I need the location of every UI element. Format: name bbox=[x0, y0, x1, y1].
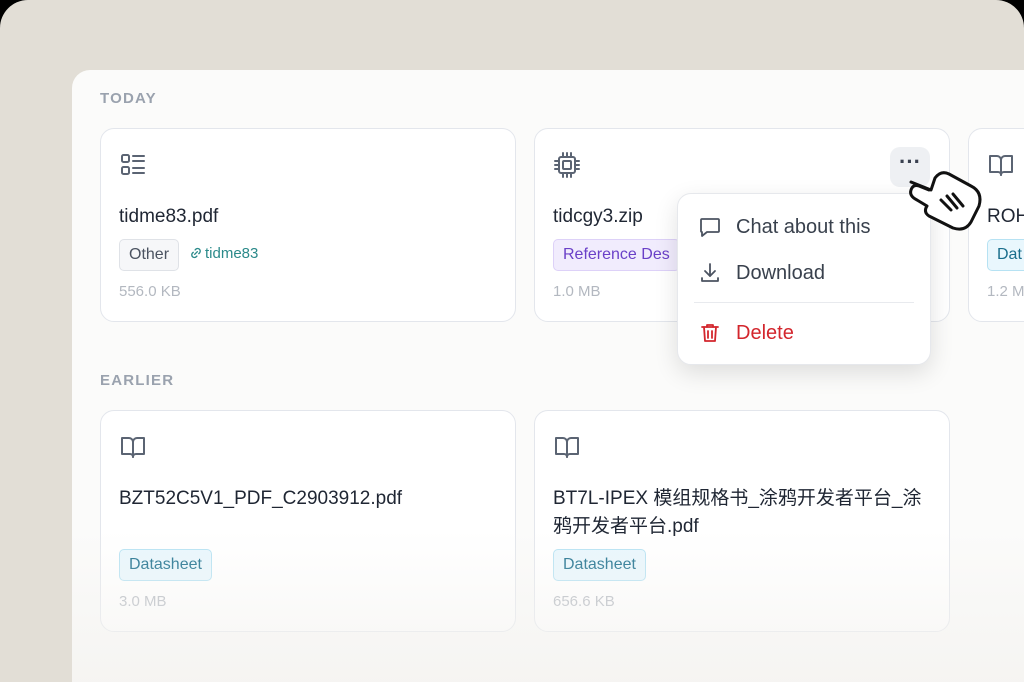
menu-item-delete[interactable]: Delete bbox=[698, 318, 794, 348]
file-size: 1.2 M bbox=[987, 283, 1024, 300]
source-link-label: tidme83 bbox=[205, 245, 259, 262]
section-label-today: TODAY bbox=[100, 90, 157, 107]
menu-item-download-label: Download bbox=[736, 261, 825, 284]
category-tag[interactable]: Datasheet bbox=[553, 549, 646, 581]
book-icon bbox=[987, 151, 1015, 179]
chat-bubble-icon bbox=[700, 218, 720, 237]
chip-icon bbox=[553, 151, 581, 179]
file-name[interactable]: BT7L-IPEX 模组规格书_涂鸦开发者平台_涂鸦开发者平台.pdf bbox=[553, 485, 931, 541]
section-label-earlier: EARLIER bbox=[100, 372, 175, 389]
file-size: 3.0 MB bbox=[119, 593, 167, 610]
book-icon bbox=[119, 433, 147, 461]
file-name[interactable]: tidme83.pdf bbox=[119, 203, 497, 231]
book-icon bbox=[553, 433, 581, 461]
device-frame: TODAY tidme83.pdf Other tidme83 556.0 KB… bbox=[0, 0, 1024, 682]
menu-item-chat[interactable]: Chat about this bbox=[698, 212, 871, 242]
category-tag[interactable]: Other bbox=[119, 239, 180, 271]
menu-item-delete-label: Delete bbox=[736, 321, 794, 344]
link-icon bbox=[191, 247, 201, 259]
file-name[interactable]: BZT52C5V1_PDF_C2903912.pdf bbox=[119, 485, 497, 513]
file-size: 556.0 KB bbox=[119, 283, 181, 300]
menu-divider bbox=[694, 302, 914, 303]
files-panel: TODAY tidme83.pdf Other tidme83 556.0 KB… bbox=[72, 70, 1024, 682]
context-menu: Chat about this Download Delete bbox=[677, 193, 931, 365]
file-card[interactable]: BT7L-IPEX 模组规格书_涂鸦开发者平台_涂鸦开发者平台.pdf Data… bbox=[534, 410, 950, 632]
menu-item-download[interactable]: Download bbox=[698, 258, 825, 288]
file-name[interactable]: ROH bbox=[987, 203, 1024, 231]
category-tag[interactable]: Dat bbox=[987, 239, 1024, 271]
file-card[interactable]: BZT52C5V1_PDF_C2903912.pdf Datasheet 3.0… bbox=[100, 410, 516, 632]
category-tag[interactable]: Reference Des bbox=[553, 239, 680, 271]
menu-item-chat-label: Chat about this bbox=[736, 215, 871, 238]
file-size: 1.0 MB bbox=[553, 283, 601, 300]
file-card[interactable]: tidme83.pdf Other tidme83 556.0 KB bbox=[100, 128, 516, 322]
category-tag[interactable]: Datasheet bbox=[119, 549, 212, 581]
file-size: 656.6 KB bbox=[553, 593, 615, 610]
source-link[interactable]: tidme83 bbox=[189, 245, 258, 262]
download-icon bbox=[701, 263, 719, 282]
trash-icon bbox=[701, 324, 719, 342]
list-icon bbox=[119, 151, 147, 179]
pointer-hand-icon bbox=[905, 160, 987, 238]
